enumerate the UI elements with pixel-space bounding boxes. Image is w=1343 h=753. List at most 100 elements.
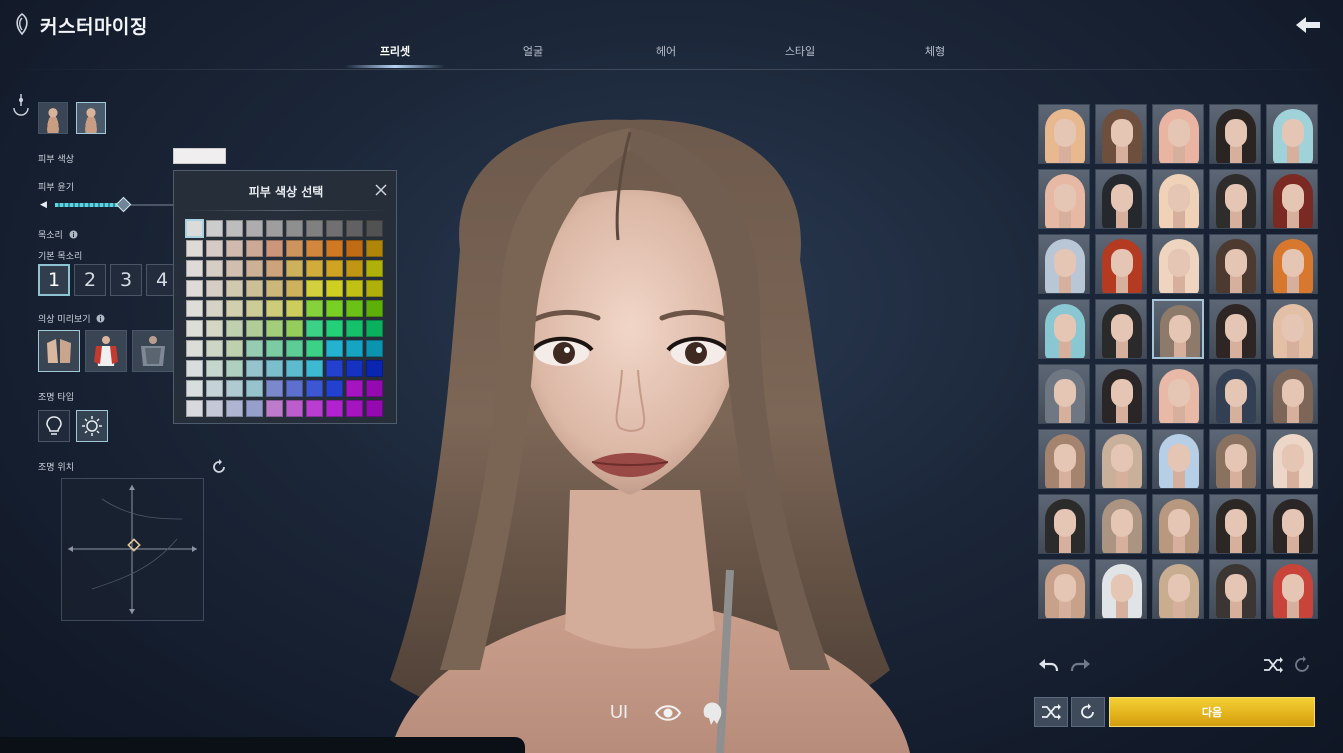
outfit-option-basic[interactable] [38, 330, 80, 372]
preset-thumbnail[interactable] [1038, 234, 1090, 294]
skin-color-cell[interactable] [286, 240, 303, 257]
body-type-2-button[interactable] [76, 102, 106, 134]
shuffle-icon[interactable] [1262, 656, 1284, 674]
voice-option-1[interactable]: 1 [38, 264, 70, 296]
preset-thumbnail[interactable] [1209, 364, 1261, 424]
skin-color-cell[interactable] [266, 260, 283, 277]
preset-thumbnail[interactable] [1266, 299, 1318, 359]
skin-color-cell[interactable] [266, 400, 283, 417]
tab-hair[interactable]: 헤어 [606, 40, 726, 70]
preset-thumbnail[interactable] [1095, 559, 1147, 619]
skin-color-cell[interactable] [346, 240, 363, 257]
skin-color-cell[interactable] [366, 380, 383, 397]
skin-color-cell[interactable] [246, 360, 263, 377]
preset-thumbnail[interactable] [1038, 559, 1090, 619]
hair-icon[interactable] [700, 700, 724, 726]
skin-color-cell[interactable] [226, 320, 243, 337]
skin-color-cell[interactable] [286, 280, 303, 297]
reset-icon[interactable] [210, 458, 228, 476]
lighting-position-pad[interactable] [61, 478, 204, 621]
voice-option-3[interactable]: 3 [110, 264, 142, 296]
preset-thumbnail[interactable] [1095, 429, 1147, 489]
skin-color-cell[interactable] [266, 220, 283, 237]
preset-thumbnail[interactable] [1038, 299, 1090, 359]
skin-color-cell[interactable] [226, 240, 243, 257]
preset-thumbnail[interactable] [1152, 234, 1204, 294]
preset-thumbnail[interactable] [1038, 104, 1090, 164]
skin-color-cell[interactable] [186, 260, 203, 277]
skin-color-cell[interactable] [226, 360, 243, 377]
skin-color-cell[interactable] [185, 219, 204, 238]
info-icon[interactable] [96, 314, 105, 323]
skin-color-cell[interactable] [206, 220, 223, 237]
preset-thumbnail[interactable] [1038, 429, 1090, 489]
skin-color-cell[interactable] [286, 400, 303, 417]
skin-color-cell[interactable] [226, 280, 243, 297]
skin-color-cell[interactable] [326, 220, 343, 237]
skin-color-cell[interactable] [346, 340, 363, 357]
preset-thumbnail[interactable] [1266, 234, 1318, 294]
skin-color-cell[interactable] [266, 320, 283, 337]
preset-thumbnail[interactable] [1095, 234, 1147, 294]
skin-color-cell[interactable] [186, 380, 203, 397]
preset-thumbnail[interactable] [1152, 104, 1204, 164]
skin-color-cell[interactable] [206, 360, 223, 377]
preset-thumbnail[interactable] [1209, 299, 1261, 359]
skin-color-cell[interactable] [286, 380, 303, 397]
tab-preset[interactable]: 프리셋 [335, 40, 455, 70]
skin-color-cell[interactable] [326, 240, 343, 257]
skin-color-cell[interactable] [246, 260, 263, 277]
skin-color-cell[interactable] [326, 380, 343, 397]
preset-thumbnail[interactable] [1209, 429, 1261, 489]
skin-color-cell[interactable] [226, 220, 243, 237]
voice-option-2[interactable]: 2 [74, 264, 106, 296]
skin-color-cell[interactable] [366, 240, 383, 257]
skin-color-cell[interactable] [306, 220, 323, 237]
skin-color-cell[interactable] [266, 360, 283, 377]
skin-color-cell[interactable] [366, 320, 383, 337]
skin-color-cell[interactable] [246, 240, 263, 257]
skin-color-cell[interactable] [206, 260, 223, 277]
preset-thumbnail[interactable] [1209, 234, 1261, 294]
skin-color-cell[interactable] [286, 360, 303, 377]
outfit-option-armor[interactable] [132, 330, 174, 372]
preset-thumbnail[interactable] [1095, 104, 1147, 164]
skin-color-cell[interactable] [306, 400, 323, 417]
skin-color-cell[interactable] [306, 320, 323, 337]
skin-color-cell[interactable] [206, 280, 223, 297]
eye-icon[interactable] [654, 702, 682, 724]
preset-thumbnail[interactable] [1152, 169, 1204, 229]
preset-thumbnail[interactable] [1152, 559, 1204, 619]
skin-color-cell[interactable] [366, 260, 383, 277]
skin-color-cell[interactable] [186, 360, 203, 377]
redo-icon[interactable] [1070, 656, 1092, 674]
skin-color-cell[interactable] [366, 220, 383, 237]
skin-color-cell[interactable] [186, 400, 203, 417]
skin-color-cell[interactable] [246, 340, 263, 357]
skin-color-cell[interactable] [366, 360, 383, 377]
skin-color-cell[interactable] [246, 300, 263, 317]
skin-color-cell[interactable] [266, 300, 283, 317]
preset-thumbnail[interactable] [1095, 169, 1147, 229]
preset-thumbnail[interactable] [1266, 494, 1318, 554]
lighting-sun-button[interactable] [76, 410, 108, 442]
skin-color-cell[interactable] [326, 320, 343, 337]
preset-thumbnail[interactable] [1266, 104, 1318, 164]
preset-thumbnail[interactable] [1095, 364, 1147, 424]
skin-color-cell[interactable] [186, 300, 203, 317]
randomize-button[interactable] [1034, 697, 1068, 727]
preset-thumbnail[interactable] [1266, 169, 1318, 229]
skin-color-cell[interactable] [346, 220, 363, 237]
skin-color-cell[interactable] [306, 260, 323, 277]
skin-color-cell[interactable] [346, 260, 363, 277]
preset-thumbnail[interactable] [1038, 494, 1090, 554]
undo-icon[interactable] [1037, 656, 1059, 674]
outfit-option-red[interactable] [85, 330, 127, 372]
skin-color-cell[interactable] [206, 340, 223, 357]
skin-color-cell[interactable] [266, 280, 283, 297]
skin-color-cell[interactable] [246, 380, 263, 397]
skin-color-cell[interactable] [326, 260, 343, 277]
skin-color-cell[interactable] [286, 340, 303, 357]
character-portrait[interactable] [330, 110, 960, 753]
preset-thumbnail[interactable] [1152, 429, 1204, 489]
